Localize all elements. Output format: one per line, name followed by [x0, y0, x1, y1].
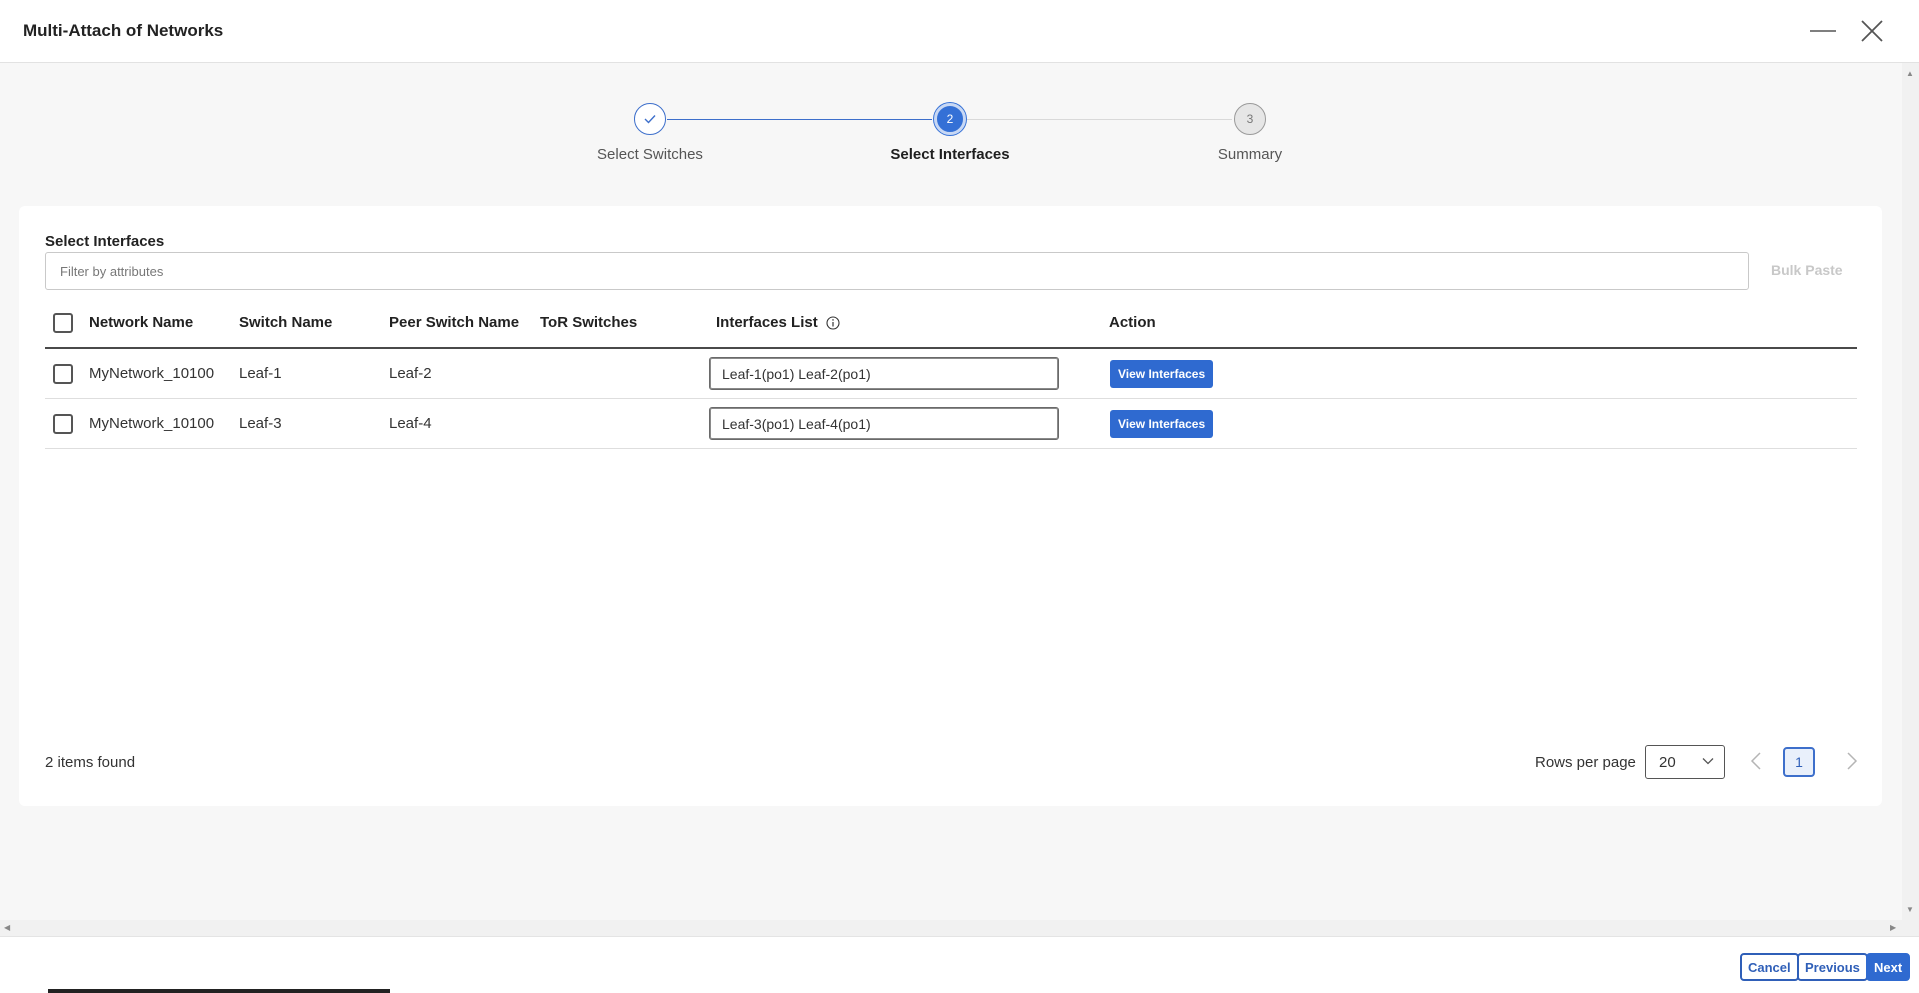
items-found-count: 2 items found: [45, 754, 136, 771]
scroll-left-icon[interactable]: ◀: [4, 923, 10, 932]
scroll-up-icon[interactable]: ▲: [1906, 69, 1914, 78]
rows-per-page-select[interactable]: 20: [1645, 745, 1725, 779]
interfaces-list-input[interactable]: [709, 357, 1059, 390]
vertical-scrollbar[interactable]: ▲ ▼: [1902, 63, 1919, 920]
step-1-label: Select Switches: [597, 146, 703, 163]
step-3-label: Summary: [1217, 146, 1283, 163]
table-header-row: Network Name Switch Name Peer Switch Nam…: [45, 298, 1857, 349]
scroll-right-icon[interactable]: ▶: [1890, 923, 1896, 932]
header-tor-switches[interactable]: ToR Switches: [540, 298, 637, 347]
rows-per-page-label: Rows per page: [1535, 754, 1636, 771]
chevron-down-icon: [1702, 758, 1714, 765]
cell-peer-switch-name: Leaf-4: [389, 415, 432, 432]
wizard-stepper: Select Switches 2 Select Interfaces 3 Su…: [0, 103, 1902, 173]
taskbar-strip: [48, 989, 390, 993]
step-select-interfaces[interactable]: 2 Select Interfaces: [850, 103, 1050, 163]
modal-footer: Cancel Previous Next: [0, 936, 1919, 993]
cancel-button[interactable]: Cancel: [1740, 953, 1799, 981]
step-select-switches[interactable]: Select Switches: [550, 103, 750, 163]
minimize-button[interactable]: [1806, 14, 1840, 48]
select-all-checkbox[interactable]: [53, 312, 73, 333]
chevron-left-icon: [1750, 752, 1761, 770]
bulk-paste-button[interactable]: Bulk Paste: [1771, 262, 1843, 278]
minimize-icon: [1810, 30, 1836, 32]
filter-input[interactable]: [45, 252, 1749, 290]
close-button[interactable]: [1855, 14, 1889, 48]
step-2-circle: 2: [934, 103, 966, 135]
modal-title: Multi-Attach of Networks: [23, 21, 224, 40]
cell-peer-switch-name: Leaf-2: [389, 365, 432, 382]
interfaces-list-input[interactable]: [709, 407, 1059, 440]
step-summary[interactable]: 3 Summary: [1150, 103, 1350, 163]
table-row: MyNetwork_10100 Leaf-3 Leaf-4 View Inter…: [45, 399, 1857, 449]
check-icon: [644, 115, 656, 124]
section-title: Select Interfaces: [45, 233, 165, 250]
cell-switch-name: Leaf-3: [239, 415, 282, 432]
scroll-down-icon[interactable]: ▼: [1906, 905, 1914, 914]
previous-button[interactable]: Previous: [1797, 953, 1868, 981]
step-2-label: Select Interfaces: [890, 146, 1010, 163]
page-number-button[interactable]: 1: [1783, 747, 1815, 777]
close-icon: [1861, 20, 1883, 42]
header-action: Action: [1109, 314, 1156, 331]
header-interfaces-list-label: Interfaces List: [716, 314, 818, 331]
interfaces-card: Select Interfaces Bulk Paste Network Nam…: [19, 206, 1882, 806]
step-3-circle: 3: [1234, 103, 1266, 135]
chevron-right-icon: [1847, 752, 1858, 770]
header-peer-switch-name[interactable]: Peer Switch Name: [389, 298, 519, 347]
next-page-button[interactable]: [1846, 751, 1858, 776]
cell-network-name: MyNetwork_10100: [89, 415, 215, 432]
info-icon[interactable]: [826, 315, 840, 330]
previous-page-button[interactable]: [1750, 751, 1762, 776]
header-switch-name[interactable]: Switch Name: [239, 298, 332, 347]
next-button[interactable]: Next: [1866, 953, 1911, 981]
header-interfaces-list: Interfaces List: [716, 298, 840, 347]
table-row: MyNetwork_10100 Leaf-1 Leaf-2 View Inter…: [45, 349, 1857, 399]
horizontal-scrollbar[interactable]: ◀ ▶: [0, 920, 1919, 936]
view-interfaces-button[interactable]: View Interfaces: [1110, 359, 1214, 388]
header-network-name[interactable]: Network Name: [89, 298, 193, 347]
row-checkbox[interactable]: [53, 363, 73, 384]
cell-network-name: MyNetwork_10100: [89, 365, 215, 382]
modal-header: Multi-Attach of Networks: [0, 0, 1919, 63]
cell-switch-name: Leaf-1: [239, 365, 282, 382]
interfaces-table: Network Name Switch Name Peer Switch Nam…: [45, 298, 1857, 449]
row-checkbox[interactable]: [53, 413, 73, 434]
step-1-circle: [634, 103, 666, 135]
view-interfaces-button[interactable]: View Interfaces: [1110, 409, 1214, 438]
rows-per-page-value: 20: [1659, 753, 1676, 771]
